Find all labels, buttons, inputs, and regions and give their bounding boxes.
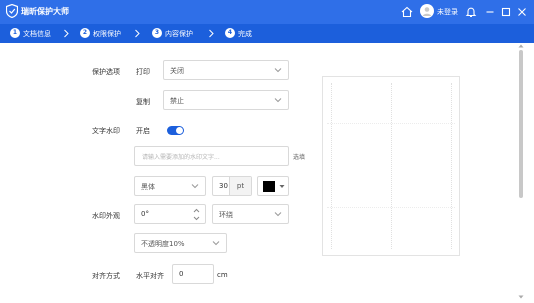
print-value: 关闭 — [170, 67, 184, 75]
watermark-text-placeholder: 请输入需要添加的水印文字... — [142, 154, 220, 161]
horizontal-align-label: 水平对齐 — [136, 272, 164, 280]
chevron-down-icon — [274, 98, 282, 103]
text-watermark-label: 文字水印 — [92, 127, 120, 135]
layout-value: 环绕 — [219, 211, 233, 219]
opacity-select[interactable]: 不透明度10% — [134, 233, 227, 253]
toggle-knob — [176, 127, 183, 134]
caret-down-icon — [279, 185, 285, 188]
chevron-right-icon — [135, 29, 140, 38]
opacity-value: 不透明度10% — [141, 240, 185, 248]
alignment-label: 对齐方式 — [92, 272, 120, 280]
step-label: 内容保护 — [165, 30, 193, 38]
spin-down-icon[interactable] — [193, 216, 200, 221]
font-size-unit: pt — [229, 177, 251, 195]
app-title: 瑞昕保护大师 — [21, 7, 69, 16]
chevron-down-icon — [191, 184, 199, 189]
protect-options-label: 保护选项 — [92, 68, 120, 76]
step-label: 文档信息 — [23, 30, 51, 38]
login-status[interactable]: 未登录 — [437, 7, 458, 17]
font-select[interactable]: 黑体 — [134, 176, 206, 196]
step-number: 2 — [80, 28, 90, 38]
preview-guide — [331, 83, 333, 249]
enable-label: 开启 — [136, 127, 150, 135]
bell-icon[interactable] — [464, 5, 478, 19]
preview-guide — [391, 83, 393, 249]
watermark-appearance-label: 水印外观 — [92, 212, 120, 220]
spin-up-icon[interactable] — [193, 208, 200, 213]
copy-value: 禁止 — [170, 97, 184, 105]
home-icon[interactable] — [400, 5, 414, 19]
horizontal-align-input[interactable]: 0 — [172, 264, 214, 284]
step-number: 3 — [152, 28, 162, 38]
shield-logo-icon — [6, 4, 18, 18]
close-icon[interactable] — [515, 5, 529, 19]
rotation-value: 0° — [141, 210, 149, 218]
maximize-icon[interactable] — [499, 5, 513, 19]
user-icon — [422, 7, 432, 16]
preview-guide — [451, 83, 453, 249]
rotation-input[interactable]: 0° — [134, 204, 206, 224]
step-label: 权限保护 — [93, 30, 121, 38]
copy-label: 复制 — [136, 98, 150, 106]
layout-select[interactable]: 环绕 — [212, 204, 289, 224]
watermark-preview — [322, 76, 460, 256]
chevron-down-icon — [274, 212, 282, 217]
print-label: 打印 — [136, 68, 150, 76]
copy-select[interactable]: 禁止 — [163, 90, 289, 110]
minimize-icon[interactable] — [483, 5, 497, 19]
scroll-up-icon[interactable] — [518, 44, 524, 48]
watermark-toggle[interactable] — [167, 126, 184, 135]
step-label: 完成 — [238, 30, 252, 38]
step-number: 1 — [10, 28, 20, 38]
horizontal-align-unit: cm — [217, 271, 228, 279]
vertical-scrollbar[interactable] — [519, 50, 523, 198]
font-value: 黑体 — [141, 183, 155, 191]
color-swatch — [263, 181, 275, 192]
color-picker[interactable] — [257, 176, 289, 196]
chevron-right-icon — [209, 29, 214, 38]
preview-guide — [327, 207, 455, 208]
step-bar: 1 文档信息 2 权限保护 3 内容保护 4 完成 — [0, 24, 534, 43]
chevron-down-icon — [212, 241, 220, 246]
font-size-input[interactable]: 30 pt — [212, 176, 252, 196]
font-size-value: 30 — [219, 182, 228, 190]
chevron-down-icon — [274, 68, 282, 73]
step-number: 4 — [225, 28, 235, 38]
optional-link[interactable]: 选填 — [293, 152, 305, 161]
preview-guide — [327, 123, 455, 124]
print-select[interactable]: 关闭 — [163, 60, 289, 80]
scroll-down-icon[interactable] — [518, 295, 524, 299]
chevron-right-icon — [64, 29, 69, 38]
horizontal-align-value: 0 — [179, 270, 184, 278]
watermark-text-input[interactable]: 请输入需要添加的水印文字... — [134, 146, 289, 166]
title-bar: 瑞昕保护大师 未登录 — [0, 0, 534, 24]
avatar[interactable] — [420, 4, 434, 18]
